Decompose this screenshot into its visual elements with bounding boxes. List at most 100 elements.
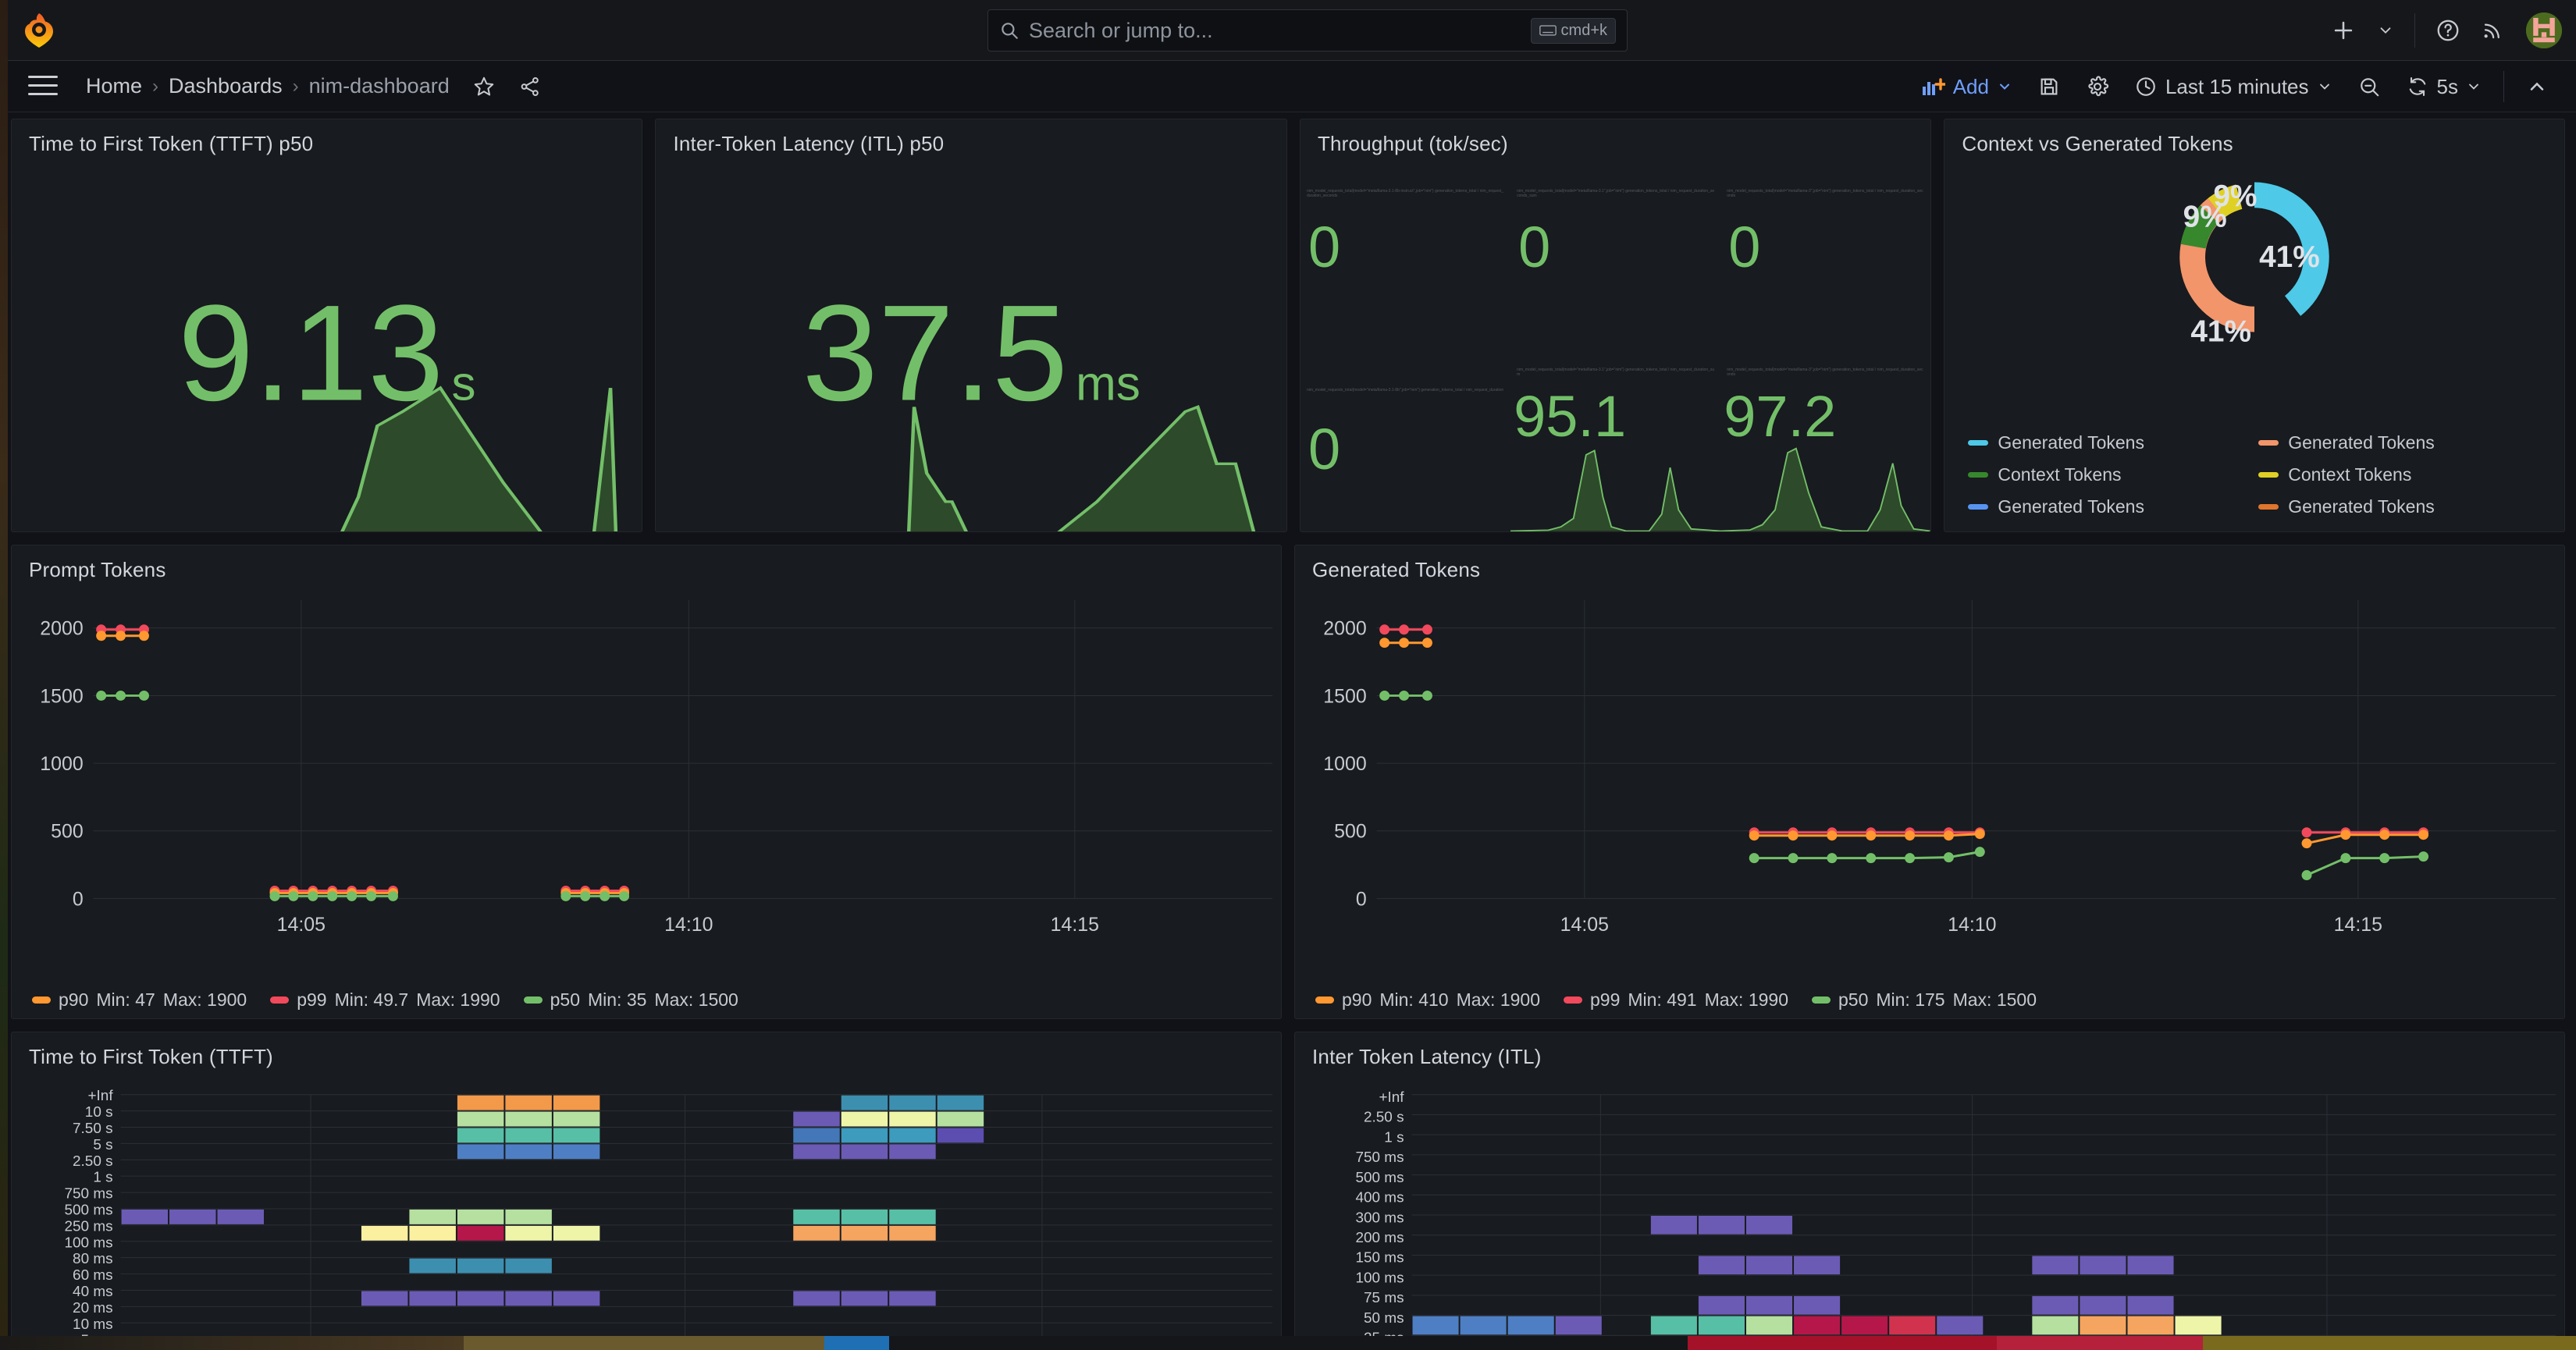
heatmap-cell[interactable] [457, 1225, 504, 1241]
legend-item[interactable]: Generated Tokens [2258, 496, 2549, 517]
legend-item[interactable]: Generated Tokens [2258, 432, 2549, 453]
heatmap-cell[interactable] [505, 1209, 552, 1224]
heatmap-cell[interactable] [889, 1095, 936, 1110]
heatmap-cell[interactable] [505, 1095, 552, 1110]
breadcrumb-item-dashboards[interactable]: Dashboards [169, 74, 283, 98]
heatmap-cell[interactable] [2032, 1295, 2079, 1315]
legend-item[interactable]: Generated Tokens [1968, 432, 2258, 453]
heatmap-cell[interactable] [217, 1209, 265, 1224]
time-range-picker[interactable]: Last 15 minutes [2122, 69, 2345, 105]
panel-generated-tokens[interactable]: Generated Tokens 0 500 1000 1500 2000 14… [1294, 545, 2565, 1019]
heatmap-cell[interactable] [2127, 1316, 2174, 1335]
heatmap-cell[interactable] [1698, 1295, 1745, 1315]
heatmap-cell[interactable] [1794, 1256, 1841, 1275]
panel-prompt-tokens[interactable]: Prompt Tokens 0 500 1000 1500 2000 14:05… [11, 545, 1282, 1019]
heatmap-cell[interactable] [937, 1128, 984, 1143]
heatmap-cell[interactable] [793, 1225, 840, 1241]
plus-icon[interactable] [2330, 17, 2357, 44]
heatmap-cell[interactable] [505, 1258, 552, 1274]
heatmap-cell[interactable] [841, 1128, 888, 1143]
help-circle-icon[interactable] [2435, 18, 2460, 43]
heatmap-cell[interactable] [2080, 1316, 2126, 1335]
avatar[interactable] [2526, 12, 2562, 48]
panel-context-vs-generated-tokens[interactable]: Context vs Generated Tokens 41% 41% 9% 9… [1944, 119, 2566, 532]
throughput-stat-cell[interactable]: nim_model_requests_total{model="meta/lla… [1510, 347, 1721, 531]
heatmap-cell[interactable] [889, 1225, 936, 1241]
heatmap-cell[interactable] [505, 1225, 552, 1241]
heatmap-cell[interactable] [889, 1209, 936, 1224]
zoom-out-time-button[interactable] [2345, 69, 2393, 105]
legend-item[interactable]: Generated Tokens [1968, 496, 2258, 517]
heatmap-cell[interactable] [169, 1209, 216, 1224]
panel-throughput[interactable]: Throughput (tok/sec) nim_model_requests_… [1299, 119, 1932, 532]
heatmap-cell[interactable] [793, 1144, 840, 1160]
heatmap-cell[interactable] [1841, 1316, 1888, 1335]
heatmap-cell[interactable] [457, 1128, 504, 1143]
throughput-stat-cell[interactable]: nim_model_requests_total{model="meta/lla… [1720, 163, 1930, 347]
heatmap-cell[interactable] [841, 1144, 888, 1160]
heatmap-cell[interactable] [1745, 1216, 1793, 1235]
heatmap-cell[interactable] [1937, 1316, 1984, 1335]
heatmap-cell[interactable] [841, 1209, 888, 1224]
legend-item[interactable]: p50 Min: 35 Max: 1500 [523, 989, 738, 1011]
heatmap-cell[interactable] [937, 1111, 984, 1127]
heatmap-cell[interactable] [505, 1291, 552, 1306]
heatmap-cell[interactable] [1555, 1316, 1602, 1335]
heatmap-cell[interactable] [1460, 1316, 1507, 1335]
heatmap-cell[interactable] [409, 1258, 456, 1274]
heatmap-cell[interactable] [889, 1144, 936, 1160]
heatmap-cell[interactable] [2080, 1295, 2126, 1315]
heatmap-cell[interactable] [1698, 1216, 1745, 1235]
legend-item[interactable]: Context Tokens [1968, 464, 2258, 485]
heatmap-cell[interactable] [1698, 1316, 1745, 1335]
heatmap-cell[interactable] [793, 1111, 840, 1127]
heatmap-cell[interactable] [1745, 1295, 1793, 1315]
heatmap-cell[interactable] [1794, 1295, 1841, 1315]
panel-ttft-p50[interactable]: Time to First Token (TTFT) p50 9.13 s [11, 119, 643, 532]
heatmap-cell[interactable] [361, 1225, 408, 1241]
collapse-toolbar-button[interactable] [2514, 69, 2560, 105]
grafana-logo-icon[interactable] [20, 12, 58, 49]
heatmap-cell[interactable] [889, 1128, 936, 1143]
panel-itl-p50[interactable]: Inter-Token Latency (ITL) p50 37.5 ms [655, 119, 1287, 532]
heatmap-cell[interactable] [889, 1291, 936, 1306]
heatmap-cell[interactable] [553, 1144, 600, 1160]
heatmap-cell[interactable] [505, 1128, 552, 1143]
heatmap-cell[interactable] [457, 1144, 504, 1160]
heatmap-cell[interactable] [457, 1291, 504, 1306]
heatmap-cell[interactable] [457, 1111, 504, 1127]
heatmap-cell[interactable] [121, 1209, 169, 1224]
heatmap-cell[interactable] [889, 1111, 936, 1127]
heatmap-cell[interactable] [793, 1291, 840, 1306]
heatmap-cell[interactable] [841, 1095, 888, 1110]
heatmap-cell[interactable] [1698, 1256, 1745, 1275]
panel-ttft-heatmap[interactable]: Time to First Token (TTFT) +Inf 10 s 7.50 … [11, 1032, 1282, 1350]
heatmap-cell[interactable] [1412, 1316, 1459, 1335]
heatmap-cell[interactable] [553, 1128, 600, 1143]
legend-item[interactable]: p99 Min: 49.7 Max: 1990 [270, 989, 500, 1011]
heatmap-cell[interactable] [793, 1128, 840, 1143]
heatmap-cell[interactable] [409, 1291, 456, 1306]
heatmap-cell[interactable] [1650, 1316, 1697, 1335]
add-panel-button[interactable]: Add [1909, 69, 2025, 105]
heatmap-cell[interactable] [457, 1258, 504, 1274]
heatmap-cell[interactable] [793, 1209, 840, 1224]
legend-item[interactable]: Context Tokens [2258, 464, 2549, 485]
heatmap-cell[interactable] [1794, 1316, 1841, 1335]
throughput-stat-cell[interactable]: nim_model_requests_total{model="meta/lla… [1510, 163, 1720, 347]
heatmap-cell[interactable] [2032, 1256, 2079, 1275]
heatmap-cell[interactable] [2175, 1316, 2222, 1335]
heatmap-cell[interactable] [505, 1111, 552, 1127]
hamburger-menu-icon[interactable] [28, 75, 58, 98]
heatmap-cell[interactable] [937, 1095, 984, 1110]
heatmap-cell[interactable] [841, 1111, 888, 1127]
chevron-down-icon[interactable] [2377, 22, 2394, 39]
legend-item[interactable]: p99 Min: 491 Max: 1990 [1564, 989, 1788, 1011]
heatmap-cell[interactable] [1507, 1316, 1554, 1335]
heatmap-cell[interactable] [553, 1225, 600, 1241]
breadcrumb-item-nim-dashboard[interactable]: nim-dashboard [309, 74, 450, 98]
throughput-stat-cell[interactable]: nim_model_requests_total{model="meta/lla… [1720, 347, 1931, 531]
refresh-dashboard-button[interactable]: 5s [2393, 69, 2494, 105]
star-outline-icon[interactable] [472, 75, 496, 98]
search-input[interactable]: Search or jump to... cmd+k [987, 9, 1628, 52]
